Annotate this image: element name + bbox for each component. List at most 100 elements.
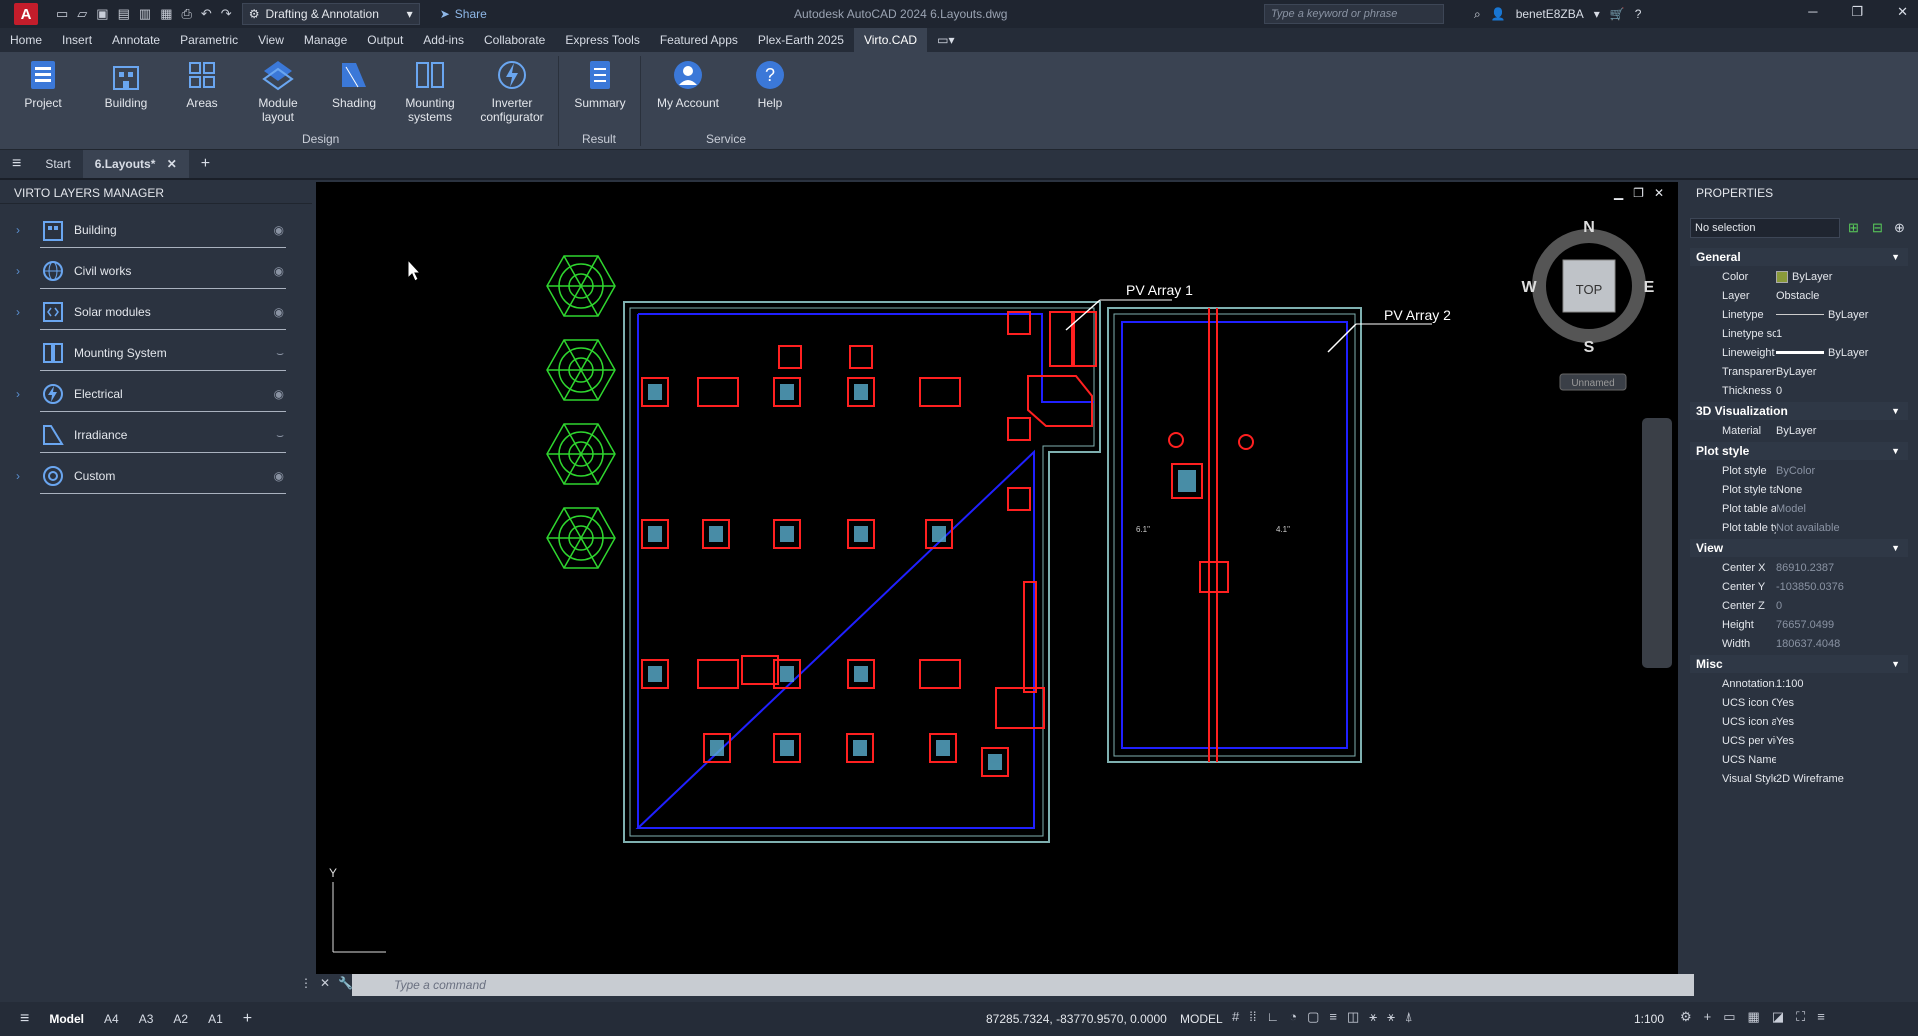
section-general[interactable]: General ▼ <box>1690 248 1908 266</box>
ucs-menu[interactable]: Unnamed <box>1571 378 1614 389</box>
prop-ucs-icon-at-origin[interactable]: UCS icon at...Yes <box>1690 712 1908 731</box>
search-icon[interactable]: ⌕ <box>1474 7 1481 22</box>
quick-select-icon[interactable]: ⊟ <box>1872 220 1883 236</box>
prop-center-y[interactable]: Center Y -103850.0376 <box>1690 577 1908 596</box>
prop-plot-table-type[interactable]: Plot table ty...Not available <box>1690 518 1908 537</box>
layer-item-electrical[interactable]: › Electrical ◉ <box>0 376 290 412</box>
import-icon[interactable]: ▥ <box>139 6 151 22</box>
scale-selector[interactable]: 1:100 <box>1634 1012 1664 1026</box>
prop-lineweight[interactable]: Lineweight ByLayer <box>1690 343 1908 362</box>
menu-annotate[interactable]: Annotate <box>102 28 170 52</box>
transparency-icon[interactable]: ◫ <box>1347 1009 1359 1025</box>
prop-visual-style[interactable]: Visual Style 2D Wireframe <box>1690 769 1908 788</box>
close-tab-icon[interactable]: ✕ <box>167 157 177 171</box>
menu-featured-apps[interactable]: Featured Apps <box>650 28 748 52</box>
layer-item-solar-modules[interactable]: › Solar modules ◉ <box>0 294 290 330</box>
menu-parametric[interactable]: Parametric <box>170 28 248 52</box>
prop-color[interactable]: Color ByLayer <box>1690 267 1908 286</box>
module-layout-button[interactable]: Module layout <box>240 58 316 124</box>
close-icon[interactable]: ✕ <box>1897 4 1908 20</box>
menu-virto-cad[interactable]: Virto.CAD <box>853 28 928 52</box>
prop-ucs-name[interactable]: UCS Name <box>1690 750 1908 769</box>
prop-plot-table-attached[interactable]: Plot table at...Model <box>1690 499 1908 518</box>
hardware-acceleration-icon[interactable]: ▦ <box>1748 1009 1760 1025</box>
print-icon[interactable]: ⎙ <box>181 6 191 22</box>
osnap-icon[interactable]: ▢ <box>1307 1009 1319 1025</box>
save-icon[interactable]: ▣ <box>96 6 108 22</box>
snap-icon[interactable]: ⁞⁞ <box>1249 1009 1256 1025</box>
redo-icon[interactable]: ↷ <box>221 6 232 22</box>
layer-item-building[interactable]: › Building ◉ <box>0 212 290 248</box>
cart-icon[interactable]: 🛒 <box>1610 7 1625 22</box>
help-icon[interactable]: ? <box>1635 7 1642 22</box>
chevron-right-icon[interactable]: › <box>16 387 30 401</box>
select-objects-icon[interactable]: ⊞ <box>1848 220 1859 236</box>
annotation-visibility-icon[interactable]: ⚹ <box>1369 1009 1377 1025</box>
eye-icon[interactable]: ◉ <box>274 264 284 278</box>
project-button[interactable]: Project <box>5 58 81 110</box>
ortho-icon[interactable]: ∟ <box>1266 1009 1279 1025</box>
prop-layer[interactable]: Layer Obstacle <box>1690 286 1908 305</box>
tab-a3[interactable]: A3 <box>129 1002 164 1036</box>
command-line[interactable]: Type a command <box>352 974 1694 996</box>
eye-icon[interactable]: ◉ <box>274 305 284 319</box>
menu-home[interactable]: Home <box>0 28 52 52</box>
prop-width[interactable]: Width 180637.4048 <box>1690 634 1908 653</box>
tab-a1[interactable]: A1 <box>198 1002 233 1036</box>
grid-icon[interactable]: # <box>1232 1009 1239 1025</box>
tab-a2[interactable]: A2 <box>163 1002 198 1036</box>
add-layout-icon[interactable]: + <box>233 1002 262 1036</box>
menu-insert[interactable]: Insert <box>52 28 102 52</box>
wrench-icon[interactable]: 🔧 <box>338 976 353 990</box>
prop-center-x[interactable]: Center X 86910.2387 <box>1690 558 1908 577</box>
section-3d-visualization[interactable]: 3D Visualization ▼ <box>1690 402 1908 420</box>
grip-icon[interactable]: ⋮ <box>300 976 312 990</box>
mounting-systems-button[interactable]: Mounting systems <box>392 58 468 124</box>
workspace-selector[interactable]: ⚙ Drafting & Annotation ▾ <box>241 3 420 25</box>
eye-icon[interactable]: ◉ <box>274 469 284 483</box>
tab-start[interactable]: Start <box>33 150 82 178</box>
chevron-right-icon[interactable]: › <box>16 469 30 483</box>
summary-button[interactable]: Summary <box>562 58 638 110</box>
menu-express-tools[interactable]: Express Tools <box>555 28 649 52</box>
prop-plot-style-table[interactable]: Plot style ta...None <box>1690 480 1908 499</box>
command-input[interactable]: Type a command <box>352 978 486 992</box>
lineweight-icon[interactable]: ≡ <box>1329 1009 1337 1025</box>
menu-plex-earth[interactable]: Plex-Earth 2025 <box>748 28 854 52</box>
menu-addins[interactable]: Add-ins <box>413 28 474 52</box>
section-plot-style[interactable]: Plot style ▼ <box>1690 442 1908 460</box>
monitor-icon[interactable]: ▭ <box>1723 1009 1735 1025</box>
eye-icon[interactable]: ◉ <box>274 387 284 401</box>
inverter-configurator-button[interactable]: Inverter configurator <box>474 58 550 124</box>
save-as-icon[interactable]: ▤ <box>118 6 130 22</box>
shading-button[interactable]: Shading <box>316 58 392 110</box>
compass-n[interactable]: N <box>1583 219 1595 236</box>
eye-icon[interactable]: ◉ <box>274 223 284 237</box>
menu-collaborate[interactable]: Collaborate <box>474 28 555 52</box>
drawing-canvas[interactable]: ▁ ❐ ✕ PV Array 1 PV Array 2 6.1" 4.1" Y … <box>316 182 1678 974</box>
undo-icon[interactable]: ↶ <box>201 6 212 22</box>
hamburger-icon[interactable]: ≡ <box>10 1002 39 1036</box>
coordinates-readout[interactable]: 87285.7324, -83770.9570, 0.0000 <box>986 1012 1167 1026</box>
layer-item-irradiance[interactable]: Irradiance ⌣ <box>0 417 290 453</box>
panel-toggle-icon[interactable]: ▭▾ <box>927 28 964 52</box>
search-input[interactable]: Type a keyword or phrase <box>1264 4 1444 24</box>
username[interactable]: benetE8ZBA <box>1516 7 1584 22</box>
viewcube-top-face[interactable]: TOP <box>1576 282 1603 297</box>
layer-item-custom[interactable]: › Custom ◉ <box>0 458 290 494</box>
prop-ucs-per-viewport[interactable]: UCS per vie...Yes <box>1690 731 1908 750</box>
help-button[interactable]: ? Help <box>732 58 808 110</box>
hamburger-icon[interactable]: ≡ <box>0 150 33 178</box>
menu-output[interactable]: Output <box>357 28 413 52</box>
selection-dropdown[interactable]: No selection <box>1690 218 1840 238</box>
prop-linetype[interactable]: Linetype ByLayer <box>1690 305 1908 324</box>
prop-material[interactable]: Material ByLayer <box>1690 421 1908 440</box>
autoscale-icon[interactable]: ⚹ <box>1387 1009 1395 1025</box>
prop-transparency[interactable]: TransparencyByLayer <box>1690 362 1908 381</box>
restore-icon[interactable]: ❐ <box>1851 4 1863 20</box>
prop-annotation-scale[interactable]: Annotation...1:100 <box>1690 674 1908 693</box>
chevron-down-icon[interactable]: ▾ <box>1594 7 1600 22</box>
prop-thickness[interactable]: Thickness 0 <box>1690 381 1908 400</box>
tab-layouts[interactable]: 6.Layouts* ✕ <box>82 150 189 178</box>
prop-plot-style[interactable]: Plot style ByColor <box>1690 461 1908 480</box>
